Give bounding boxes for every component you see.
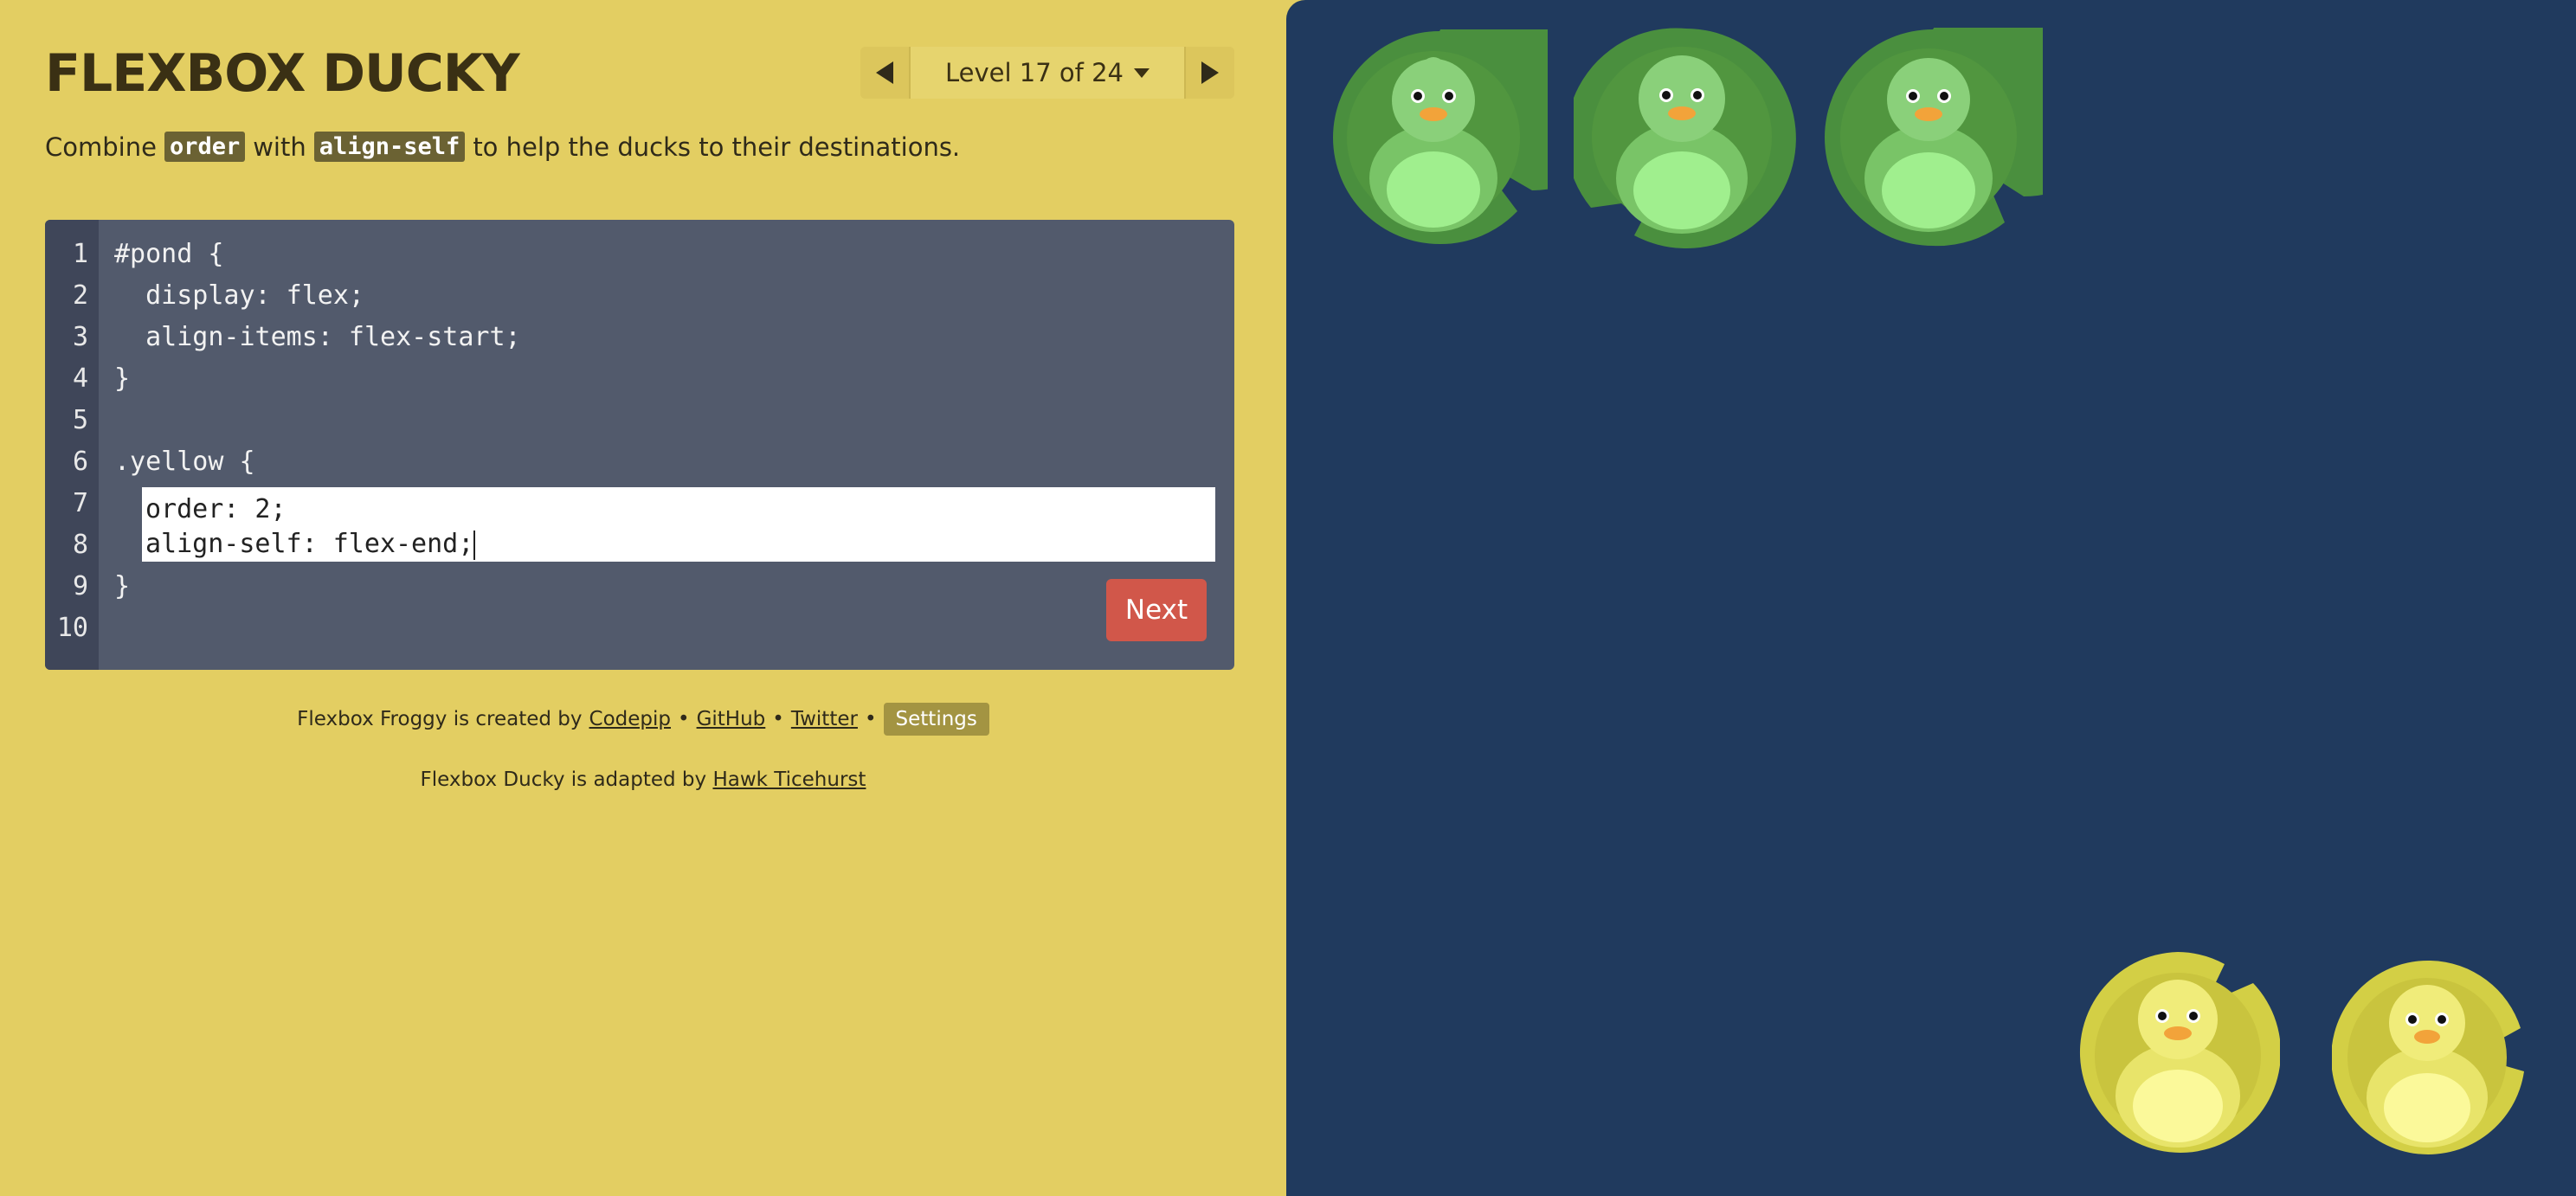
adapted-prefix: Flexbox Ducky is adapted by [420, 768, 707, 791]
code-line-9: } [114, 571, 131, 601]
code-line-4: } [114, 363, 131, 394]
sidebar: FLEXBOX DUCKY Level 17 of 24 Combine ord… [0, 0, 1286, 1196]
input-line-1: order: 2; [145, 494, 287, 524]
line-number: 8 [72, 530, 88, 560]
separator: • [864, 708, 877, 730]
code-line-3: align-items: flex-start; [114, 322, 521, 352]
game-title: FLEXBOX DUCKY [45, 43, 520, 104]
caret-down-icon [1133, 68, 1150, 78]
line-number: 9 [72, 571, 88, 601]
line-number: 6 [72, 447, 88, 477]
input-line-2-text: align-self: flex-end; [145, 529, 474, 559]
green-lilypad-1 [1333, 29, 1548, 245]
code-line-2: display: flex; [114, 280, 364, 311]
level-indicator[interactable]: Level 17 of 24 [911, 47, 1184, 99]
instructions-text-3: to help the ducks to their destinations. [473, 132, 961, 162]
input-line-2: align-self: flex-end; [145, 527, 1212, 562]
settings-button[interactable]: Settings [883, 703, 989, 736]
credits: Flexbox Froggy is created by Codepip • G… [0, 703, 1286, 736]
instructions-text-1: Combine [45, 132, 157, 162]
arrow-right-icon [1201, 61, 1219, 84]
arrow-left-icon [876, 61, 893, 84]
code-editor: 1 2 3 4 5 6 7 8 9 10 #pond { display: fl… [45, 220, 1234, 670]
code-input[interactable]: order: 2; align-self: flex-end; [142, 487, 1215, 562]
code-order: order [164, 132, 246, 162]
line-number: 4 [72, 363, 88, 394]
line-number-gutter: 1 2 3 4 5 6 7 8 9 10 [45, 220, 99, 670]
yellow-lilypad-2 [2332, 960, 2524, 1154]
adapted-credits: Flexbox Ducky is adapted by Hawk Ticehur… [0, 768, 1286, 791]
line-number: 2 [72, 280, 88, 311]
level-label: Level 17 of 24 [945, 58, 1124, 87]
line-number: 10 [56, 613, 88, 643]
next-level-button[interactable] [1184, 47, 1234, 99]
twitter-link[interactable]: Twitter [791, 708, 858, 730]
instructions: Combine order with align-self to help th… [45, 132, 960, 162]
line-number: 1 [72, 239, 88, 269]
level-navigation: Level 17 of 24 [860, 47, 1234, 99]
author-link[interactable]: Hawk Ticehurst [712, 768, 866, 791]
pond [1286, 0, 2576, 1196]
github-link[interactable]: GitHub [697, 708, 766, 730]
line-number: 7 [72, 488, 88, 518]
instructions-text-2: with [253, 132, 306, 162]
text-cursor [473, 530, 476, 560]
credits-prefix: Flexbox Froggy is created by [297, 708, 583, 730]
code-line-6: .yellow { [114, 447, 255, 477]
line-number: 5 [72, 405, 88, 435]
codepip-link[interactable]: Codepip [589, 708, 671, 730]
separator: • [678, 708, 690, 730]
green-lilypad-3 [1825, 28, 2043, 247]
previous-level-button[interactable] [860, 47, 911, 99]
line-number: 3 [72, 322, 88, 352]
code-line-1: #pond { [114, 239, 224, 269]
code-align-self: align-self [313, 132, 466, 162]
yellow-lilypad-1 [2079, 952, 2280, 1153]
next-button[interactable]: Next [1106, 579, 1207, 641]
green-lilypad-2 [1574, 28, 1796, 248]
separator: • [772, 708, 784, 730]
